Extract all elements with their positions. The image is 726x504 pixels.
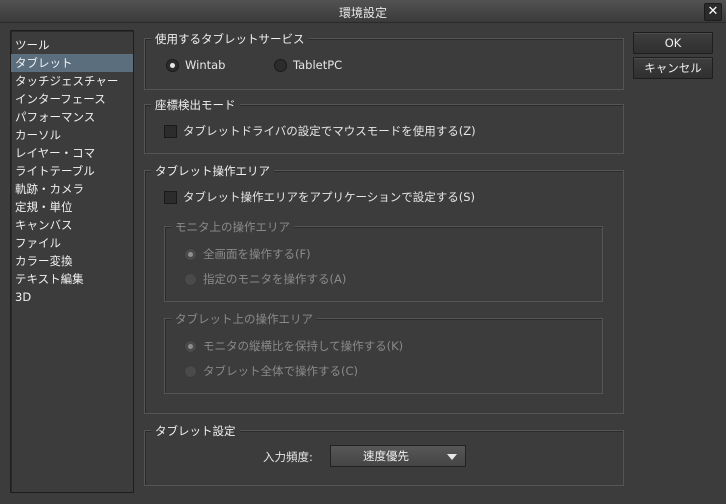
tablet-settings-title: タブレット設定 — [151, 423, 240, 439]
monitor-area-group: モニタ上の操作エリア — [164, 219, 603, 302]
window-titlebar: 環境設定 ✕ — [0, 0, 726, 23]
tabletpc-label: TabletPC — [293, 58, 343, 72]
wintab-label: Wintab — [185, 58, 226, 72]
window-title: 環境設定 — [338, 6, 387, 20]
sidebar-item-cursor[interactable]: カーソル — [11, 126, 133, 144]
sidebar-item-path-camera[interactable]: 軌跡・カメラ — [11, 180, 133, 198]
specific-monitor-label: 指定のモニタを操作する(A) — [203, 272, 347, 286]
tablet-surface-title: タブレット上の操作エリア — [171, 311, 317, 327]
input-frequency-value: 速度優先 — [363, 449, 409, 463]
radio-indicator[interactable] — [166, 58, 179, 72]
mouse-mode-checkbox-row[interactable]: タブレットドライバの設定でマウスモードを使用する(Z) — [164, 123, 476, 139]
tabletpc-radio[interactable]: TabletPC — [274, 58, 342, 72]
app-area-checkbox[interactable] — [164, 190, 177, 204]
sidebar-item-tablet[interactable]: タブレット — [11, 54, 133, 72]
sidebar-item-canvas[interactable]: キャンバス — [11, 216, 133, 234]
sidebar-item-tool[interactable]: ツール — [11, 36, 133, 54]
sidebar-item-performance[interactable]: パフォーマンス — [11, 108, 133, 126]
specific-monitor-radio[interactable]: 指定のモニタを操作する(A) — [184, 271, 346, 287]
keep-aspect-label: モニタの縦横比を保持して操作する(K) — [203, 339, 404, 353]
chevron-down-icon — [447, 454, 457, 460]
radio-indicator[interactable] — [184, 247, 197, 261]
sidebar-item-3d[interactable]: 3D — [11, 288, 133, 306]
tablet-area-title: タブレット操作エリア — [151, 163, 274, 179]
close-icon[interactable]: ✕ — [704, 3, 722, 21]
radio-indicator[interactable] — [184, 364, 197, 378]
wintab-radio[interactable]: Wintab — [166, 58, 225, 72]
input-frequency-select[interactable]: 速度優先 — [330, 445, 466, 467]
tablet-service-title: 使用するタブレットサービス — [151, 31, 309, 47]
radio-indicator[interactable] — [184, 339, 197, 353]
mouse-mode-checkbox[interactable] — [164, 124, 177, 138]
tablet-surface-group: タブレット上の操作エリア — [164, 311, 603, 394]
sidebar-item-color-conversion[interactable]: カラー変換 — [11, 252, 133, 270]
sidebar-item-file[interactable]: ファイル — [11, 234, 133, 252]
sidebar-item-touch-gesture[interactable]: タッチジェスチャー — [11, 72, 133, 90]
sidebar-item-light-table[interactable]: ライトテーブル — [11, 162, 133, 180]
coordinate-mode-title: 座標検出モード — [151, 97, 240, 113]
whole-tablet-label: タブレット全体で操作する(C) — [203, 364, 359, 378]
whole-tablet-radio[interactable]: タブレット全体で操作する(C) — [184, 363, 358, 379]
cancel-button[interactable]: キャンセル — [633, 57, 713, 79]
full-screen-radio[interactable]: 全画面を操作する(F) — [184, 246, 311, 262]
radio-indicator[interactable] — [274, 58, 287, 72]
mouse-mode-label: タブレットドライバの設定でマウスモードを使用する(Z) — [183, 124, 476, 138]
keep-aspect-radio[interactable]: モニタの縦横比を保持して操作する(K) — [184, 338, 403, 354]
sidebar-item-interface[interactable]: インターフェース — [11, 90, 133, 108]
full-screen-label: 全画面を操作する(F) — [203, 247, 311, 261]
input-frequency-label: 入力頻度: — [263, 450, 313, 464]
app-area-checkbox-row[interactable]: タブレット操作エリアをアプリケーションで設定する(S) — [164, 189, 475, 205]
ok-button[interactable]: OK — [633, 32, 713, 54]
app-area-label: タブレット操作エリアをアプリケーションで設定する(S) — [183, 190, 476, 204]
monitor-area-title: モニタ上の操作エリア — [171, 219, 294, 235]
sidebar-item-text-editing[interactable]: テキスト編集 — [11, 270, 133, 288]
sidebar-item-ruler-unit[interactable]: 定規・単位 — [11, 198, 133, 216]
radio-indicator[interactable] — [184, 272, 197, 286]
sidebar-item-layer-frame[interactable]: レイヤー・コマ — [11, 144, 133, 162]
category-list[interactable]: ツール タブレット タッチジェスチャー インターフェース パフォーマンス カーソ… — [10, 30, 134, 493]
